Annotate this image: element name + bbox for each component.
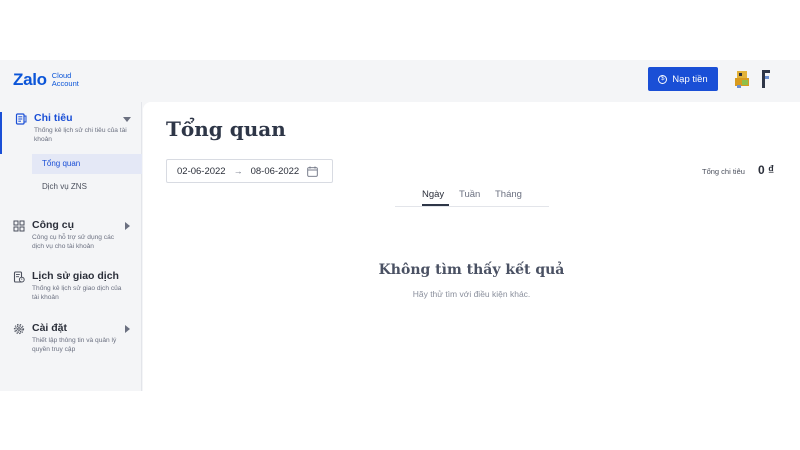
sidebar-group-tools[interactable]: Công cụ Công cụ hỗ trợ sử dụng các dịch … [0, 219, 142, 259]
sidebar-group-settings[interactable]: Cài đặt Thiết lập thông tin và quản lý q… [0, 322, 142, 362]
sidebar-item-overview[interactable]: Tổng quan [32, 154, 142, 174]
empty-state-subtitle: Hãy thử tìm với điều kiện khác. [412, 289, 531, 299]
gear-icon [13, 323, 25, 335]
total-spending-value: 0 ₫ [758, 163, 775, 177]
topup-button-label: Nạp tiền [672, 73, 708, 85]
sidebar-group-title: Lịch sử giao dịch [32, 270, 119, 282]
caret-right-icon[interactable] [122, 221, 132, 231]
receipt-icon [15, 113, 27, 125]
sidebar-item-zns-service[interactable]: Dịch vụ ZNS [32, 177, 142, 197]
app-frame: Zalo Cloud Account $ Nạp tiền Chi tiêu T… [0, 60, 800, 391]
calendar-icon [307, 166, 318, 177]
date-range-picker[interactable]: 02-06-2022 → 08-06-2022 [166, 159, 333, 183]
caret-down-icon[interactable] [122, 114, 132, 124]
logo-subtitle-line2: Account [51, 79, 79, 88]
sidebar-group-transaction-history[interactable]: Lịch sử giao dịch Thống kê lịch sử giao … [0, 270, 142, 310]
logo-subtitle: Cloud Account [52, 72, 79, 88]
sidebar-group-description: Công cụ hỗ trợ sử dụng các dịch vụ cho t… [32, 234, 115, 250]
history-icon [13, 271, 25, 283]
sidebar: Chi tiêu Thống kê lịch sử chi tiêu của t… [0, 102, 142, 391]
coin-icon: $ [658, 74, 668, 84]
caret-right-icon[interactable] [122, 324, 132, 334]
arrow-right-icon: → [233, 166, 243, 176]
empty-state-title: Không tìm thấy kết quả [378, 262, 565, 278]
avatar[interactable] [733, 69, 753, 89]
sidebar-group-description: Thống kê lịch sử giao dịch của tài khoản [32, 285, 122, 301]
sidebar-group-title: Chi tiêu [34, 112, 73, 124]
account-menu-icon[interactable] [760, 68, 772, 90]
total-spending-label: Tổng chi tiêu [702, 167, 745, 176]
tab-month[interactable]: Tháng [495, 189, 522, 200]
sidebar-group-description: Thiết lập thông tin và quản lý quyền tru… [32, 337, 117, 353]
sidebar-group-title: Cài đặt [32, 322, 68, 334]
page-title: Tổng quan [166, 117, 286, 141]
top-header: Zalo Cloud Account $ Nạp tiền [0, 60, 800, 102]
sidebar-group-spending[interactable]: Chi tiêu Thống kê lịch sử chi tiêu của t… [0, 112, 142, 154]
topup-button[interactable]: $ Nạp tiền [648, 67, 718, 91]
period-tabs: Ngày Tuần Tháng [395, 187, 549, 207]
tab-day[interactable]: Ngày [422, 189, 444, 200]
active-tab-indicator [422, 204, 449, 206]
sidebar-group-title: Công cụ [32, 219, 74, 231]
main-content: Tổng quan 02-06-2022 → 08-06-2022 Tổng c… [143, 102, 800, 391]
tab-week[interactable]: Tuần [459, 189, 480, 200]
date-start: 02-06-2022 [177, 165, 226, 177]
logo-wordmark: Zalo [13, 70, 47, 89]
zalo-cloud-logo[interactable]: Zalo Cloud Account [13, 70, 79, 90]
grid-icon [13, 220, 25, 232]
sidebar-group-description: Thống kê lịch sử chi tiêu của tài khoản [34, 127, 127, 143]
date-end: 08-06-2022 [250, 165, 300, 177]
